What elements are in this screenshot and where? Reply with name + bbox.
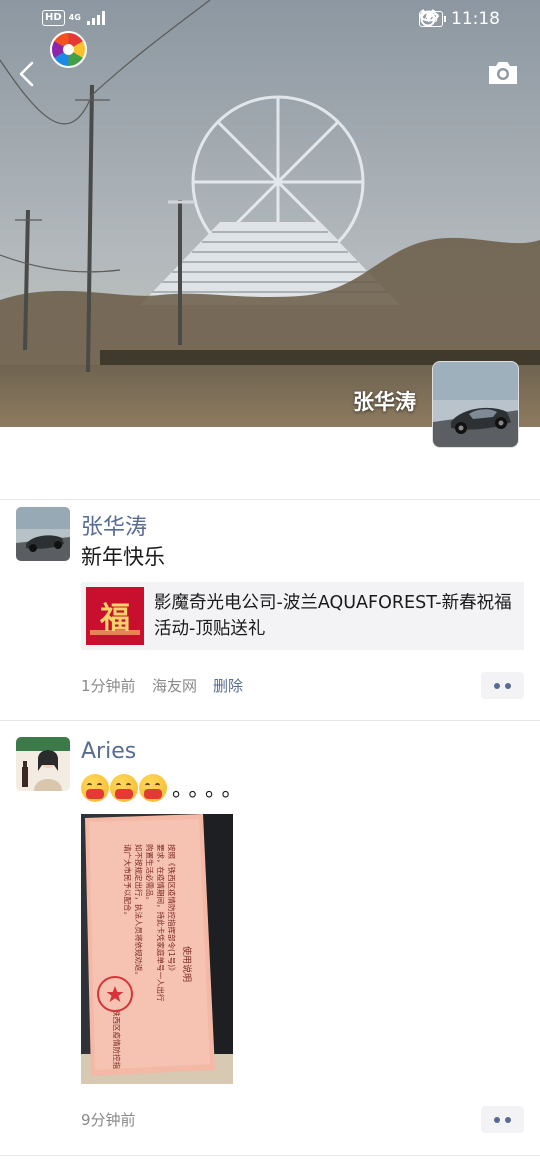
- app-logo-icon: [50, 31, 87, 68]
- pass-card-content: 使用说明 按照《铁西区疫情防控指挥部令(1号)》 要求，在疫情期间，持此卡凭家庭…: [91, 824, 209, 1069]
- post-divider: [0, 1155, 540, 1156]
- status-time: 11:18: [451, 9, 500, 29]
- network-type: 4G: [68, 13, 81, 22]
- more-dots-icon: [505, 1116, 511, 1123]
- hd-badge: HD: [42, 10, 65, 26]
- signal-icon: [86, 11, 105, 25]
- mask-face-emoji-icon: [81, 774, 109, 802]
- more-dots-icon: [505, 682, 511, 689]
- post-avatar[interactable]: [16, 507, 70, 561]
- more-actions-button[interactable]: [481, 1106, 524, 1133]
- illustrated-avatar-image: [16, 737, 70, 791]
- moments-page: HD 4G 48 11:18 张华涛 张华涛 新年快乐 福 影魔奇光电公司-波兰…: [0, 0, 540, 1170]
- pass-card-line: 要求，在疫情期间，持此卡凭家庭单号一人出行: [156, 844, 165, 1002]
- delete-button[interactable]: 删除: [213, 675, 243, 696]
- camera-icon: [489, 62, 517, 84]
- post-photo[interactable]: 使用说明 按照《铁西区疫情防控指挥部令(1号)》 要求，在疫情期间，持此卡凭家庭…: [81, 814, 233, 1084]
- pass-card-line: 按照《铁西区疫情防控指挥部令(1号)》: [167, 844, 176, 975]
- battery-indicator: 48: [419, 11, 446, 27]
- more-actions-button[interactable]: [481, 672, 524, 699]
- post-source-link[interactable]: 海友网: [152, 675, 197, 696]
- more-dots-icon: [494, 682, 500, 689]
- camera-button[interactable]: [486, 58, 520, 88]
- post-time: 9分钟前: [81, 1111, 136, 1129]
- status-bar: HD 4G 48 11:18: [0, 0, 540, 40]
- thumbnail-decoration: [90, 630, 140, 635]
- post-emoji-row: 。。。。: [81, 773, 249, 803]
- mask-face-emoji-icon: [139, 774, 167, 802]
- post-divider: [0, 499, 540, 500]
- pass-card-line: 购置生活必需品。: [145, 844, 154, 904]
- profile-avatar[interactable]: [432, 361, 519, 448]
- pass-card-line: 铁西区疫情防控指挥部: [112, 1009, 121, 1069]
- pass-card-line: 如不按规定出行，执法人员将依规劝返。: [134, 844, 143, 979]
- back-arrow-icon: [19, 61, 34, 87]
- post-trailing-text: 。。。。: [172, 777, 249, 801]
- back-button[interactable]: [14, 58, 42, 90]
- post-avatar[interactable]: [16, 737, 70, 791]
- post-text: 新年快乐: [81, 545, 165, 569]
- shared-link-card[interactable]: 福 影魔奇光电公司-波兰AQUAFOREST-新春祝福活动-顶贴送礼: [81, 582, 524, 650]
- car-avatar-image: [16, 507, 70, 561]
- status-right: 48 11:18: [419, 9, 500, 29]
- share-title: 影魔奇光电公司-波兰AQUAFOREST-新春祝福活动-顶贴送礼: [154, 593, 512, 639]
- mask-face-emoji-icon: [110, 774, 138, 802]
- status-left: HD 4G: [42, 10, 105, 26]
- share-thumbnail: 福: [86, 587, 144, 645]
- pass-card-title: 使用说明: [181, 945, 191, 982]
- post-author-name[interactable]: Aries: [81, 739, 136, 764]
- post-time: 1分钟前: [81, 677, 136, 695]
- profile-name[interactable]: 张华涛: [353, 386, 416, 416]
- more-dots-icon: [494, 1116, 500, 1123]
- red-seal-stamp-icon: [97, 976, 133, 1012]
- post-divider: [0, 720, 540, 721]
- car-avatar-image: [433, 362, 518, 447]
- post-author-name[interactable]: 张华涛: [81, 509, 147, 541]
- pass-card-line: 请广大市民予以配合。: [123, 844, 132, 919]
